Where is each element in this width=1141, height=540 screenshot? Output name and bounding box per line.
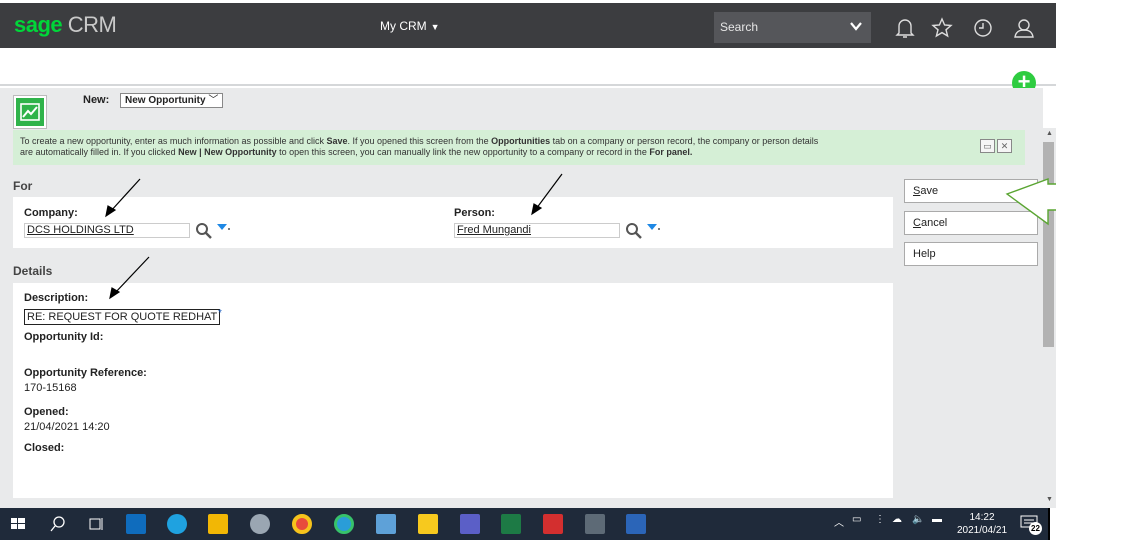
- info-banner: To create a new opportunity, enter as mu…: [13, 130, 1025, 165]
- sticky-notes-icon[interactable]: [418, 514, 438, 534]
- app-icon[interactable]: [250, 514, 270, 534]
- notification-center-icon[interactable]: 22: [1020, 515, 1042, 535]
- save-label: ave: [920, 185, 939, 197]
- person-field[interactable]: Fred Mungandi: [454, 223, 620, 238]
- details-panel: Description: RE: REQUEST FOR QUOTE REDHA…: [13, 283, 893, 498]
- caret-down-icon: ▼: [430, 22, 440, 32]
- volume-icon[interactable]: 🔈: [912, 514, 924, 525]
- description-label: Description:: [24, 292, 89, 304]
- description-input[interactable]: RE: REQUEST FOR QUOTE REDHAT: [24, 309, 221, 325]
- top-bar: sage CRM My CRM ▼ Search: [0, 3, 1056, 48]
- scroll-up-icon[interactable]: ▲: [1046, 130, 1053, 137]
- person-label: Person:: [454, 207, 495, 219]
- company-field[interactable]: DCS HOLDINGS LTD: [24, 223, 190, 238]
- opportunity-reference-value: 170-15168: [24, 382, 77, 394]
- search-icon[interactable]: [48, 514, 68, 534]
- crm-window: sage CRM My CRM ▼ Search + New: New Oppor…: [0, 0, 1056, 508]
- search-icon[interactable]: [195, 222, 213, 240]
- dropdown-arrow-icon[interactable]: [646, 223, 660, 233]
- opened-value: 21/04/2021 14:20: [24, 421, 110, 433]
- system-clock[interactable]: 14:22 2021/04/21: [952, 511, 1012, 537]
- close-banner-icon[interactable]: ✕: [997, 139, 1012, 153]
- search-icon[interactable]: [625, 222, 643, 240]
- clock-time: 14:22: [969, 512, 995, 523]
- star-icon[interactable]: [930, 16, 954, 40]
- trend-up-icon: [20, 103, 40, 121]
- user-icon[interactable]: [1012, 16, 1036, 40]
- minimize-banner-icon[interactable]: ▭: [980, 139, 995, 153]
- closed-label: Closed:: [24, 442, 65, 454]
- notification-badge: 22: [1029, 522, 1042, 535]
- info-line-2: are automatically filled in. If you clic…: [20, 147, 693, 157]
- cancel-label: ancel: [920, 217, 948, 229]
- chevron-down-icon: [850, 22, 862, 31]
- sub-bar: [0, 48, 1056, 86]
- windows-taskbar: ︿ ▭ ⋮ ☁ 🔈 ▬ 14:22 2021/04/21 22: [0, 508, 1048, 540]
- details-section-title: Details: [13, 264, 53, 278]
- my-crm-label: My CRM: [380, 19, 427, 33]
- cancel-accel: C: [913, 217, 921, 229]
- help-button[interactable]: Help: [904, 242, 1038, 266]
- chrome-icon[interactable]: [292, 514, 312, 534]
- app-icon-nx[interactable]: [376, 514, 396, 534]
- edge-icon[interactable]: [334, 514, 354, 534]
- bell-icon[interactable]: [893, 16, 917, 40]
- logo-product: CRM: [67, 12, 117, 37]
- required-marker: *: [218, 308, 222, 319]
- search-dropdown[interactable]: Search: [714, 12, 871, 43]
- tray-app-icon[interactable]: ⋮: [875, 514, 885, 525]
- cancel-button[interactable]: Cancel: [904, 211, 1038, 235]
- opportunity-chart-icon: [14, 96, 46, 128]
- vertical-scrollbar[interactable]: ▲ ▼: [1043, 128, 1056, 508]
- acrobat-icon[interactable]: [543, 514, 563, 534]
- dropdown-arrow-icon[interactable]: [216, 223, 230, 233]
- info-buttons: ▭ ✕: [978, 139, 1012, 153]
- screen-edge: [1048, 508, 1050, 540]
- help-label: Help: [913, 248, 936, 260]
- windows-start-icon[interactable]: [8, 514, 28, 534]
- person-value: Fred Mungandi: [457, 224, 531, 236]
- clock-history-icon[interactable]: [971, 16, 995, 40]
- scroll-down-icon[interactable]: ▼: [1046, 496, 1053, 503]
- info-line-1: To create a new opportunity, enter as mu…: [20, 136, 819, 146]
- battery-icon[interactable]: ▬: [932, 514, 942, 525]
- clock-date: 2021/04/21: [956, 525, 1008, 536]
- excel-icon[interactable]: [501, 514, 521, 534]
- outlook-icon[interactable]: [126, 514, 146, 534]
- tray-chevron-icon[interactable]: ︿: [834, 514, 844, 529]
- for-section-title: For: [13, 179, 33, 193]
- main-content: New: New Opportunity ﹀ To create a new o…: [0, 88, 1043, 508]
- company-value: DCS HOLDINGS LTD: [27, 224, 134, 236]
- opened-label: Opened:: [24, 406, 69, 418]
- task-view-icon[interactable]: [86, 514, 106, 534]
- new-label: New:: [83, 94, 110, 106]
- save-button[interactable]: Save: [904, 179, 1038, 203]
- new-select-value: New Opportunity: [125, 95, 206, 106]
- onedrive-icon[interactable]: ☁: [892, 514, 902, 525]
- search-placeholder: Search: [720, 20, 759, 34]
- calculator-icon[interactable]: [585, 514, 605, 534]
- new-type-select[interactable]: New Opportunity ﹀: [120, 93, 224, 108]
- company-label: Company:: [24, 207, 78, 219]
- network-icon[interactable]: ▭: [852, 514, 861, 525]
- settings-app-icon[interactable]: [167, 514, 187, 534]
- file-explorer-icon[interactable]: [208, 514, 228, 534]
- logo-brand: sage: [14, 12, 63, 37]
- word-icon[interactable]: [626, 514, 646, 534]
- my-crm-menu[interactable]: My CRM ▼: [380, 19, 440, 33]
- opportunity-reference-label: Opportunity Reference:: [24, 367, 147, 379]
- chevron-down-icon: ﹀: [208, 95, 219, 106]
- teams-icon[interactable]: [460, 514, 480, 534]
- scrollbar-thumb[interactable]: [1043, 142, 1054, 347]
- for-panel: Company: DCS HOLDINGS LTD Person: Fred M…: [13, 197, 893, 248]
- sage-crm-logo[interactable]: sage CRM: [14, 12, 117, 38]
- opportunity-id-label: Opportunity Id:: [24, 331, 104, 343]
